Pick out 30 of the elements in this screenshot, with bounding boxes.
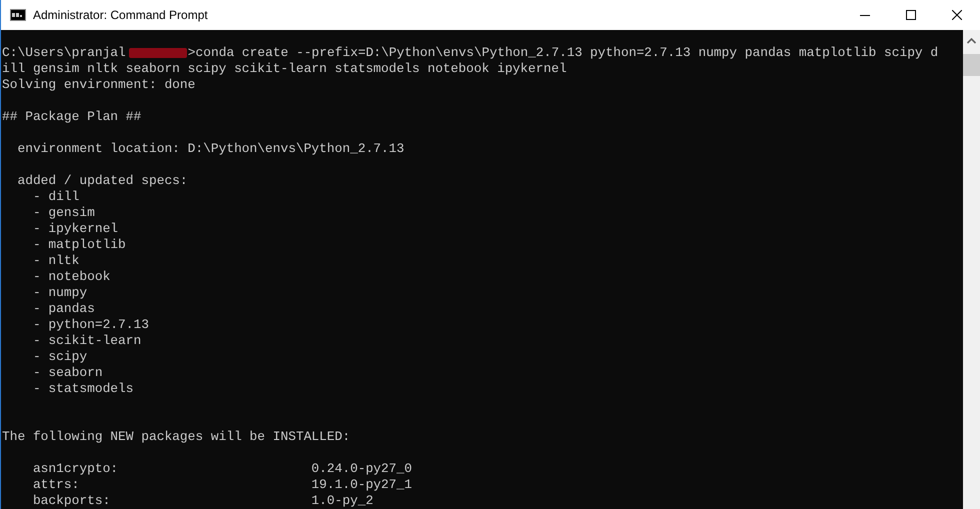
console-line: - gensim <box>32 205 95 220</box>
console-line: - python=2.7.13 <box>32 317 149 332</box>
console-line: added / updated specs: <box>16 173 188 188</box>
console-line: ill gensim nltk seaborn scipy scikit-learn statsmodels notebook ipykernel <box>2 61 567 76</box>
scrollbar-thumb[interactable] <box>963 54 980 76</box>
console-line: asn1crypto: 0.24.0-py27_0 <box>32 461 412 476</box>
scrollbar[interactable] <box>963 30 980 509</box>
console-line: Solving environment: done <box>2 77 196 92</box>
console-line: - statsmodels <box>32 381 134 396</box>
console-line: - dill <box>32 189 80 204</box>
close-icon <box>952 10 962 20</box>
prompt-path: C:\Users\pranjal <box>2 45 126 60</box>
console-line: - ipykernel <box>32 221 118 236</box>
console-line: - scikit-learn <box>32 333 142 348</box>
console-line: - matplotlib <box>32 237 126 252</box>
console-line: backports: 1.0-py_2 <box>32 493 374 508</box>
console-icon <box>10 9 26 21</box>
console-line: - pandas <box>32 301 95 316</box>
console-line: environment location: D:\Python\envs\Python_2.7.13 <box>16 141 404 156</box>
window-title: Administrator: Command Prompt <box>33 8 208 22</box>
console-line: - seaborn <box>32 365 103 380</box>
console-line: - scipy <box>32 349 88 364</box>
console-command: >conda create --prefix=D:\Python\envs\Python_2.7.13 python=2.7.13 numpy pandas matplotlib scipy d <box>188 45 938 60</box>
console-line: - notebook <box>32 269 110 284</box>
console-line: - numpy <box>32 285 88 300</box>
console-line: attrs: 19.1.0-py27_1 <box>32 477 412 492</box>
maximize-icon <box>906 10 916 20</box>
console-line: ## Package Plan ## <box>2 109 142 124</box>
console-line: The following NEW packages will be INSTALLED: <box>2 429 350 444</box>
console-line: - nltk <box>32 253 80 268</box>
